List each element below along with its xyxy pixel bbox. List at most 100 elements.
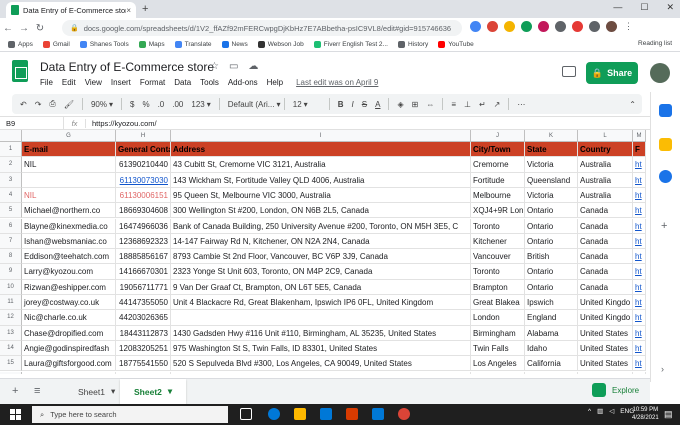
menu-help[interactable]: Help xyxy=(267,78,283,87)
cell[interactable]: Laura@giftsforgood.com xyxy=(22,356,116,372)
cell[interactable]: Unit 4 Blackacre Rd, Great Blakenham, Ip… xyxy=(171,295,471,311)
fill-color-icon[interactable]: ◈ xyxy=(397,100,403,109)
cell[interactable]: Canada xyxy=(578,279,633,295)
cell[interactable]: Birmingham xyxy=(471,325,525,341)
cell[interactable]: 16474966036 xyxy=(116,218,171,234)
tasks-icon[interactable] xyxy=(659,170,672,183)
row-number[interactable]: 6 xyxy=(0,218,22,234)
cell[interactable]: ht xyxy=(633,325,646,341)
add-sheet-icon[interactable]: + xyxy=(12,385,18,397)
mail-icon[interactable] xyxy=(372,408,384,420)
cell[interactable]: Chase@dropified.com xyxy=(22,325,116,341)
reading-list-button[interactable]: Reading list xyxy=(638,40,672,47)
minimize-icon[interactable]: — xyxy=(613,2,622,13)
windows-start-icon[interactable] xyxy=(10,409,21,420)
row-number[interactable]: 9 xyxy=(0,264,22,280)
cell[interactable]: ht xyxy=(633,157,646,173)
row-number[interactable]: 12 xyxy=(0,310,22,326)
task-view-icon[interactable] xyxy=(240,408,252,420)
cell[interactable]: United Kingdo xyxy=(578,295,633,311)
bookmark-maps[interactable]: Maps xyxy=(138,41,165,48)
cell[interactable]: Ipswich xyxy=(525,295,578,311)
cell[interactable]: Blayne@kinexmedia.co xyxy=(22,218,116,234)
row-number[interactable]: 14 xyxy=(0,340,22,357)
column-header-g[interactable]: G xyxy=(22,130,116,142)
menu-format[interactable]: Format xyxy=(140,78,165,87)
cell[interactable]: Toronto xyxy=(471,218,525,234)
spreadsheet-grid[interactable]: GHIJKLM 1 E-mail General Conta Address City/… xyxy=(0,130,646,374)
cell[interactable]: Country xyxy=(578,142,633,158)
menu-view[interactable]: View xyxy=(85,78,102,87)
sheets-logo-icon[interactable] xyxy=(12,60,28,82)
sheet-tab-sheet2[interactable]: Sheet2 ▾ xyxy=(120,379,187,404)
cell[interactable]: 520 S Sepulveda Blvd #300, Los Angeles, … xyxy=(171,356,471,372)
cell[interactable] xyxy=(22,172,116,188)
cell[interactable]: 18669304608 xyxy=(116,203,171,219)
cell[interactable]: NIL xyxy=(22,187,116,204)
extension-icon[interactable] xyxy=(487,21,498,32)
cell[interactable]: Victoria xyxy=(525,157,578,173)
cell[interactable]: Kiran@distacart.com xyxy=(22,371,116,374)
cell[interactable]: E-mail xyxy=(22,142,116,158)
cell[interactable]: Nic@charle.co.uk xyxy=(22,310,116,326)
column-header-j[interactable]: J xyxy=(471,130,525,142)
print-icon[interactable]: ⎙ xyxy=(49,99,55,109)
cell[interactable]: California xyxy=(525,371,578,374)
column-header-i[interactable]: I xyxy=(171,130,471,142)
cell[interactable]: 95 Queen St, Melbourne VIC 3000, Austral… xyxy=(171,187,471,204)
star-icon[interactable]: ☆ xyxy=(210,61,219,72)
row-number[interactable]: 10 xyxy=(0,279,22,295)
edge-icon[interactable] xyxy=(268,408,280,420)
browser-tab[interactable]: Data Entry of E-Commerce store × xyxy=(6,2,136,18)
url-bar[interactable]: 🔒 docs.google.com/spreadsheets/d/1V2_ffA… xyxy=(62,20,462,36)
italic-button[interactable]: I xyxy=(352,100,354,109)
row-number[interactable]: 5 xyxy=(0,203,22,219)
cell[interactable]: Australia xyxy=(578,157,633,173)
row-number[interactable]: 13 xyxy=(0,325,22,341)
share-button[interactable]: 🔒 Share xyxy=(586,62,638,84)
percent-format-button[interactable]: % xyxy=(142,100,149,109)
cell[interactable]: British xyxy=(525,249,578,265)
cell[interactable]: 61130073030 xyxy=(116,172,171,188)
cell[interactable]: ht xyxy=(633,356,646,372)
office-icon[interactable] xyxy=(346,408,358,420)
profile-icon[interactable] xyxy=(606,21,617,32)
cell[interactable]: General Conta xyxy=(116,142,171,158)
network-icon[interactable]: ▥ xyxy=(597,407,603,415)
undo-icon[interactable]: ↶ xyxy=(20,100,27,109)
increase-decimal-button[interactable]: .00 xyxy=(172,100,183,109)
cell[interactable]: Ontario xyxy=(525,203,578,219)
volume-icon[interactable]: ◁ xyxy=(609,407,614,415)
cell[interactable]: ht xyxy=(633,279,646,295)
last-edit-link[interactable]: Last edit was on April 9 xyxy=(296,78,378,87)
cell[interactable]: Ontario xyxy=(525,233,578,250)
puzzle-icon[interactable] xyxy=(589,21,600,32)
menu-file[interactable]: File xyxy=(40,78,53,87)
cell[interactable]: Canada xyxy=(578,264,633,280)
chrome-icon[interactable] xyxy=(398,408,410,420)
cell[interactable]: ht xyxy=(633,187,646,204)
cell[interactable]: 2323 Yonge St Unit 603, Toronto, ON M4P … xyxy=(171,264,471,280)
font-size-select[interactable]: 12 ▾ xyxy=(293,100,321,109)
cell[interactable]: Ishan@websmaniac.co xyxy=(22,233,116,250)
menu-data[interactable]: Data xyxy=(174,78,191,87)
cell[interactable]: United States xyxy=(578,325,633,341)
cell[interactable]: jorey@costway.co.uk xyxy=(22,295,116,311)
cell[interactable]: ht xyxy=(633,340,646,357)
row-number[interactable]: 8 xyxy=(0,249,22,265)
cell[interactable]: Larry@kyozou.com xyxy=(22,264,116,280)
cell[interactable]: Rizwan@eshipper.com xyxy=(22,279,116,295)
cell[interactable]: Angie@godinspiredfash xyxy=(22,340,116,357)
extension-icon[interactable] xyxy=(470,21,481,32)
file-explorer-icon[interactable] xyxy=(294,408,306,420)
cell[interactable]: 18552534782 xyxy=(116,371,171,374)
cell[interactable]: Address xyxy=(171,142,471,158)
cell[interactable]: Alabama xyxy=(525,325,578,341)
cell[interactable]: Vancouver xyxy=(471,249,525,265)
select-all-corner[interactable] xyxy=(0,130,22,142)
column-header-h[interactable]: H xyxy=(116,130,171,142)
cell[interactable]: 61390210440 xyxy=(116,157,171,173)
row-number[interactable]: 4 xyxy=(0,187,22,204)
cell[interactable]: 143 Wickham St, Fortitude Valley QLD 400… xyxy=(171,172,471,188)
cell[interactable]: ht xyxy=(633,249,646,265)
